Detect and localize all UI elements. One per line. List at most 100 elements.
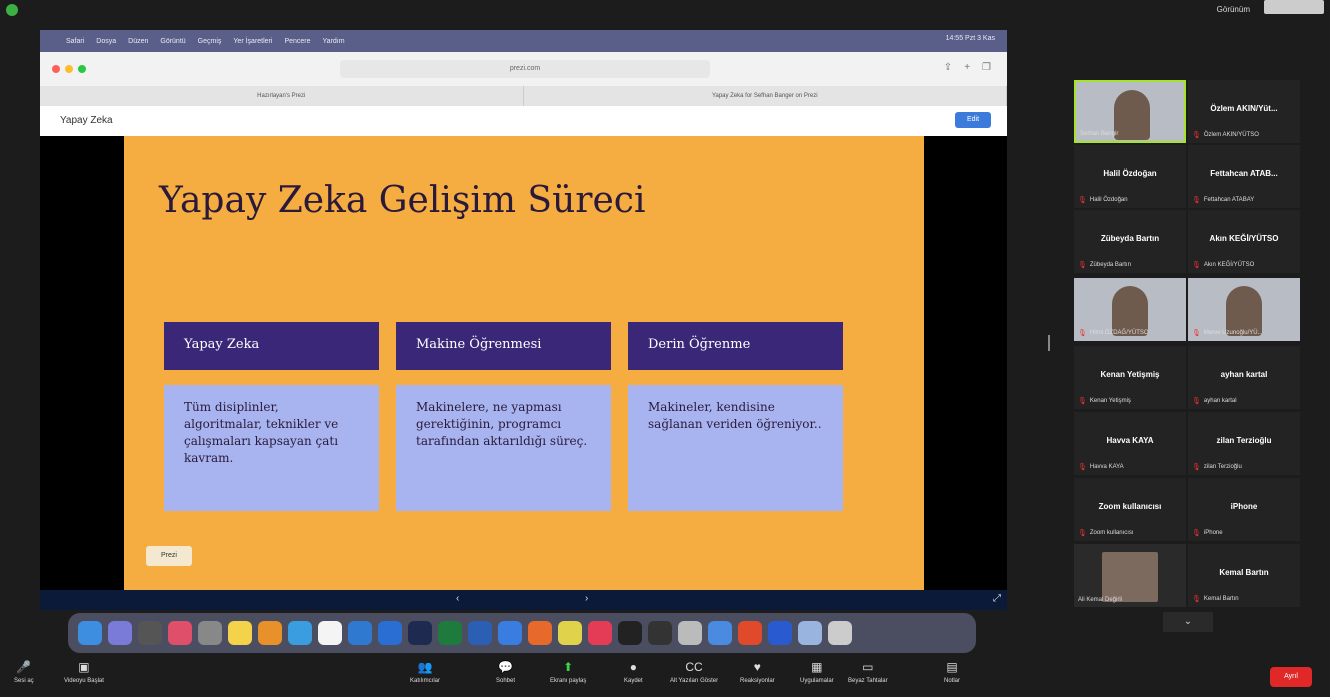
column-body: Makinelere, ne yapması gerektiğinin, pro…: [396, 385, 611, 511]
participant-label: 🎙 Kemal Bartın: [1192, 596, 1239, 603]
excel-icon: [438, 621, 462, 645]
downloads-icon: [798, 621, 822, 645]
participant-tile[interactable]: ayhan kartal 🎙 ayhan kartal: [1188, 346, 1300, 409]
participant-tile[interactable]: Özlem AKIN/Yüt... 🎙 Özlem AKIN/YÜTSO: [1188, 80, 1300, 143]
muted-mic-icon: 🎙: [1078, 197, 1087, 204]
participant-label: 🎙 Fettahcan ATABAY: [1192, 197, 1255, 204]
participant-name: Halil Özdoğan: [1103, 169, 1157, 178]
slide-title: Yapay Zeka Gelişim Süreci: [159, 180, 646, 221]
photos-icon: [168, 621, 192, 645]
view-button[interactable]: Görünüm: [1217, 5, 1250, 14]
app-icon: [738, 621, 762, 645]
slide-area: Yapay Zeka Gelişim Süreci Yapay Zeka Tüm…: [40, 136, 1007, 590]
participant-label: Ali Kemal Değirli: [1078, 597, 1123, 603]
system-settings-icon: [138, 621, 162, 645]
mute-button[interactable]: 🎤 Sesi aç: [14, 659, 34, 684]
mac-dock: [68, 613, 976, 653]
muted-mic-icon: 🎙: [1192, 197, 1201, 204]
muted-mic-icon: 🎙: [1078, 262, 1087, 269]
chrome-icon: [558, 621, 582, 645]
app-icon: [648, 621, 672, 645]
participant-name: Akın KEĞİ/YÜTSO: [1209, 234, 1279, 243]
participant-tile[interactable]: 🎙 Hilmi ÖZDAĞ/YÜTSO: [1074, 278, 1186, 341]
screen-sharing-icon: [708, 621, 732, 645]
participant-tile[interactable]: iPhone 🎙 iPhone: [1188, 478, 1300, 541]
participant-name: ayhan kartal: [1220, 370, 1268, 379]
participants-button[interactable]: 👥 Katılımcılar: [410, 659, 440, 684]
muted-mic-icon: 🎙: [1078, 398, 1087, 405]
participant-label: 🎙 Özlem AKIN/YÜTSO: [1192, 132, 1259, 139]
muted-mic-icon: 🎙: [1078, 330, 1087, 337]
browser-tab: Yapay Zeka for Sefhan Banger on Prezi: [524, 86, 1007, 106]
security-shield-icon[interactable]: [6, 4, 18, 16]
tabs-overview-icon: ❐: [982, 62, 991, 73]
gallery-next-page-icon[interactable]: ⌄: [1163, 612, 1213, 632]
chat-button[interactable]: 💬 Sohbet: [496, 659, 515, 684]
column-body: Makineler, kendisine sağlanan veriden öğ…: [628, 385, 843, 511]
participant-label: 🎙 Akın KEĞİ/YÜTSO: [1192, 262, 1255, 269]
gallery-resize-handle[interactable]: [1048, 335, 1050, 351]
notes-icon: [228, 621, 252, 645]
apps-button[interactable]: ▦ Uygulamalar: [800, 659, 834, 684]
close-window-icon: [52, 65, 60, 73]
participant-tile[interactable]: Fettahcan ATAB... 🎙 Fettahcan ATABAY: [1188, 145, 1300, 208]
pages-icon: [258, 621, 282, 645]
participant-tile[interactable]: zilan Terzioğlu 🎙 zilan Terzioğlu: [1188, 412, 1300, 475]
presentation-title: Yapay Zeka: [60, 115, 113, 126]
terminal-icon: [618, 621, 642, 645]
share-screen-button[interactable]: ⬆ Ekranı paylaş: [550, 659, 586, 684]
participant-tile[interactable]: Zoom kullanıcısı 🎙 Zoom kullanıcısı: [1074, 478, 1186, 541]
column-heading: Makine Öğrenmesi: [396, 322, 611, 370]
muted-mic-icon: 🎙: [1192, 132, 1201, 139]
participant-label: 🎙 ayhan kartal: [1192, 398, 1237, 405]
calendar-icon: [318, 621, 342, 645]
mac-menu-bar: Safari Dosya Düzen Görüntü Geçmiş Yer İş…: [40, 30, 1007, 52]
preview-icon: [678, 621, 702, 645]
muted-mic-icon: 🎙: [1192, 398, 1201, 405]
apps-icon: ▦: [811, 660, 823, 674]
notes-icon: ▤: [946, 660, 958, 674]
captions-button[interactable]: CC Alt Yazıları Göster: [670, 659, 718, 684]
participant-label: 🎙 Halil Özdoğan: [1078, 197, 1128, 204]
start-video-button[interactable]: ▣ Videoyu Başlat: [64, 659, 104, 684]
notes-button[interactable]: ▤ Notlar: [944, 659, 960, 684]
launchpad-icon: [108, 621, 132, 645]
participant-label: 🎙 Merve Uzunoğlu/YÜ...: [1192, 330, 1263, 337]
participant-video: [1102, 552, 1158, 602]
clock: 14:55 Pzt 3 Kas: [945, 35, 995, 42]
participant-tile[interactable]: Kenan Yetişmiş 🎙 Kenan Yetişmiş: [1074, 346, 1186, 409]
presentation-nav: ‹ › ⤢: [40, 590, 1007, 610]
menu-item: Pencere: [284, 37, 311, 45]
share-screen-icon: ⬆: [563, 660, 574, 674]
participant-tile[interactable]: 🎙 Merve Uzunoğlu/YÜ...: [1188, 278, 1300, 341]
participant-tile[interactable]: Halil Özdoğan 🎙 Halil Özdoğan: [1074, 145, 1186, 208]
browser-tab: Hazırlayan's Prezi: [40, 86, 524, 106]
safari-icon: [198, 621, 222, 645]
participant-tile[interactable]: Ali Kemal Değirli: [1074, 544, 1186, 607]
menu-app-name: Safari: [66, 37, 85, 45]
participant-label: 🎙 Hilmi ÖZDAĞ/YÜTSO: [1078, 330, 1149, 337]
reactions-button[interactable]: ♥ Reaksiyonlar: [740, 659, 775, 684]
participant-tile[interactable]: Zübeyda Bartın 🎙 Zübeyda Bartın: [1074, 210, 1186, 273]
edit-button: Edit: [955, 112, 991, 128]
participant-tile[interactable]: Serhan Bangir: [1074, 80, 1186, 143]
shared-screen: Safari Dosya Düzen Görüntü Geçmiş Yer İş…: [40, 30, 1007, 610]
muted-mic-icon: 🎙: [1078, 464, 1087, 471]
whiteboards-button[interactable]: ▭ Beyaz Tahtalar: [848, 659, 888, 684]
record-icon: ●: [629, 660, 637, 674]
participant-tile[interactable]: Akın KEĞİ/YÜTSO 🎙 Akın KEĞİ/YÜTSO: [1188, 210, 1300, 273]
previous-slide-icon: ‹: [456, 593, 460, 604]
self-view-thumbnail[interactable]: [1264, 0, 1324, 14]
participant-tile[interactable]: Havva KAYA 🎙 Havva KAYA: [1074, 412, 1186, 475]
participant-name: Kemal Bartın: [1219, 568, 1269, 577]
column-heading: Yapay Zeka: [164, 322, 379, 370]
leave-button[interactable]: Ayrıl: [1270, 667, 1312, 687]
chat-icon: 💬: [498, 660, 513, 674]
browser-toolbar: prezi.com ⇪ + ❐: [40, 52, 1007, 86]
record-button[interactable]: ● Kaydet: [624, 659, 643, 684]
menu-item: Yardım: [322, 37, 345, 45]
address-bar: prezi.com: [340, 60, 710, 78]
participant-tile[interactable]: Kemal Bartın 🎙 Kemal Bartın: [1188, 544, 1300, 607]
menu-item: Dosya: [96, 37, 117, 45]
participant-label: Serhan Bangir: [1080, 131, 1119, 137]
